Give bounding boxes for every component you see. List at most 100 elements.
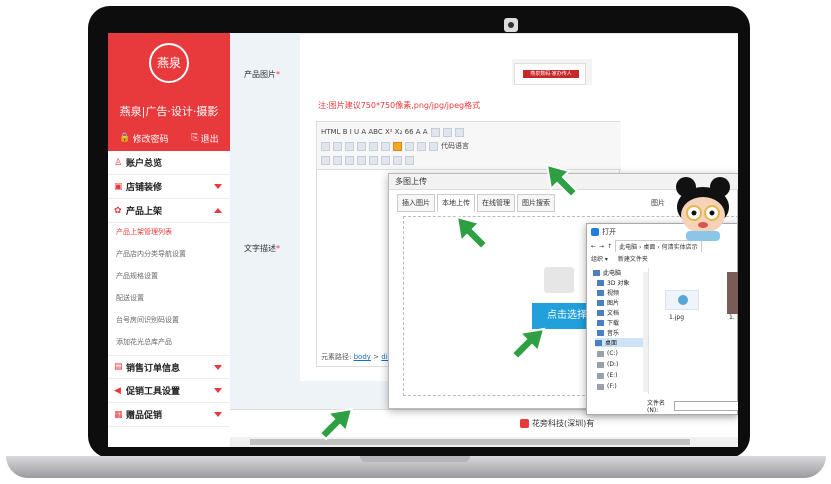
change-password-label: 修改密码 xyxy=(132,134,169,145)
cartoon-mascot-icon xyxy=(676,177,730,241)
tree-downloads[interactable]: 下载 xyxy=(597,318,619,327)
tree-drive-f[interactable]: (F:) xyxy=(597,383,617,390)
file-name[interactable]: 1.jpg xyxy=(669,314,684,321)
align-center-icon[interactable] xyxy=(333,141,342,151)
logout-icon: ⎘ xyxy=(191,133,199,143)
file-window-title: 打开 xyxy=(591,227,616,237)
sub-item-product-list[interactable]: 产品上架管理列表 xyxy=(116,227,172,237)
nav-sales-orders[interactable]: ▤ 销售订单信息 xyxy=(108,355,230,379)
tree-label: (F:) xyxy=(607,383,617,390)
horizontal-scrollbar[interactable] xyxy=(230,437,738,447)
sub-item-category-nav[interactable]: 产品店内分类导航设置 xyxy=(116,249,186,259)
tree-drive-e[interactable]: (E:) xyxy=(597,372,618,379)
file-thumbnail[interactable] xyxy=(665,290,699,310)
filename-label: 文件名(N): xyxy=(647,400,666,414)
tree-3d[interactable]: 3D 对象 xyxy=(597,278,629,287)
tree-scrollbar[interactable] xyxy=(643,272,648,392)
tree-label: 此电脑 xyxy=(603,270,622,277)
help-icon[interactable] xyxy=(405,155,414,165)
up-icon[interactable]: ↑ xyxy=(607,243,612,250)
nav-gift-promo[interactable]: ▦ 赠品促销 xyxy=(108,403,230,427)
new-folder-button[interactable]: 新建文件夹 xyxy=(618,254,648,263)
search-replace-icon[interactable] xyxy=(393,155,402,165)
product-image-thumbnail[interactable]: 燕泉数码·家办传人 xyxy=(512,59,592,85)
tree-this-pc[interactable]: 此电脑 xyxy=(593,268,621,277)
tree-music[interactable]: 音乐 xyxy=(597,328,619,337)
pointer-arrow-icon xyxy=(455,215,489,251)
nav-label: 产品上架 xyxy=(126,207,163,217)
nav-shop-decoration[interactable]: ▣ 店铺装修 xyxy=(108,175,230,199)
tab-local-upload[interactable]: 本地上传 xyxy=(437,194,475,212)
file-window-title-text: 打开 xyxy=(602,228,616,236)
code-language-select[interactable]: 代码语言 xyxy=(441,141,469,151)
element-path-body-link[interactable]: body xyxy=(354,353,371,361)
nav-label: 账户总览 xyxy=(126,159,163,169)
product-image-label: 产品图片* xyxy=(244,69,280,80)
image-file-icon xyxy=(678,295,688,305)
map-icon[interactable] xyxy=(429,141,438,151)
nav-product-listing[interactable]: ✿ 产品上架 xyxy=(108,199,230,223)
align-right-icon[interactable] xyxy=(345,141,354,151)
tab-online-manage[interactable]: 在线管理 xyxy=(477,194,515,212)
logout-link[interactable]: ⎘ 退出 xyxy=(191,132,218,145)
label-text: 产品图片 xyxy=(244,70,276,79)
toolbar-row-1-text: HTML B I U A ABC X² X₂ 66 A A xyxy=(321,128,428,136)
print-icon[interactable] xyxy=(369,155,378,165)
anchor-icon[interactable] xyxy=(369,141,378,151)
forward-icon[interactable]: → xyxy=(599,243,604,250)
tree-label: 3D 对象 xyxy=(607,280,630,287)
logout-label: 退出 xyxy=(200,134,219,145)
element-path: 元素路径: body > div xyxy=(321,352,392,362)
tree-videos[interactable]: 视频 xyxy=(597,288,619,297)
preview-icon[interactable] xyxy=(381,155,390,165)
tree-drive-c[interactable]: (C:) xyxy=(597,350,618,357)
change-password-link[interactable]: 🔒 修改密码 xyxy=(119,132,168,145)
sub-item-delivery[interactable]: 配送设置 xyxy=(116,293,144,303)
breadcrumb-item[interactable]: 此电脑 xyxy=(619,244,637,251)
nav-label: 销售订单信息 xyxy=(126,363,181,374)
align-left-icon[interactable] xyxy=(321,141,330,151)
unlink-icon[interactable] xyxy=(442,127,452,137)
file-thumbnail-2[interactable] xyxy=(727,272,738,314)
drive-icon xyxy=(597,383,604,390)
sub-item-add-product[interactable]: 添加花光总库产品 xyxy=(116,337,172,347)
pointer-arrow-icon xyxy=(545,163,579,199)
video-icon[interactable] xyxy=(417,141,426,151)
chevron-down-icon xyxy=(214,388,222,393)
insert-col-icon[interactable] xyxy=(345,155,354,165)
emotion-icon[interactable] xyxy=(405,141,414,151)
tree-pictures[interactable]: 图片 xyxy=(597,298,619,307)
back-icon[interactable]: ← xyxy=(591,243,596,250)
dialog-right-label: 图片 xyxy=(651,199,665,207)
nav-promo-tools[interactable]: ◀ 促销工具设置 xyxy=(108,379,230,403)
drive-icon xyxy=(597,372,604,379)
nav-account-overview[interactable]: ♙ 账户总览 xyxy=(108,151,230,175)
file-name-2[interactable]: 1. xyxy=(729,314,735,321)
nav-label: 店铺装修 xyxy=(126,183,163,193)
merge-cells-icon[interactable] xyxy=(357,155,366,165)
tree-documents[interactable]: 文档 xyxy=(597,308,619,317)
sub-item-table-code[interactable]: 台号房间识别码设置 xyxy=(116,315,179,325)
tab-insert-image[interactable]: 插入图片 xyxy=(397,194,435,212)
tree-drive-d[interactable]: (D:) xyxy=(597,361,618,368)
sub-item-spec[interactable]: 产品规格设置 xyxy=(116,271,158,281)
toolbar-row-3 xyxy=(321,154,414,166)
filename-input[interactable] xyxy=(674,401,738,411)
breadcrumb-item[interactable]: 何清实体店示 xyxy=(662,244,698,251)
gear-icon: ✿ xyxy=(114,205,122,216)
image-icon[interactable] xyxy=(381,141,390,151)
table-icon[interactable] xyxy=(321,155,330,165)
desktop-icon xyxy=(595,339,602,346)
breadcrumb-item[interactable]: 桌面 xyxy=(643,244,655,251)
insert-row-icon[interactable] xyxy=(333,155,342,165)
tree-desktop[interactable]: 桌面 xyxy=(595,338,649,347)
link-icon[interactable] xyxy=(430,127,440,137)
element-path-separator: > xyxy=(373,353,380,361)
multi-image-upload-icon[interactable] xyxy=(393,141,402,151)
list-icon[interactable] xyxy=(454,127,464,137)
element-path-label: 元素路径: xyxy=(321,353,352,361)
align-justify-icon[interactable] xyxy=(357,141,366,151)
organize-button[interactable]: 组织 ▾ xyxy=(591,254,608,263)
pointer-arrow-icon xyxy=(318,407,354,441)
chevron-up-icon xyxy=(214,208,222,213)
